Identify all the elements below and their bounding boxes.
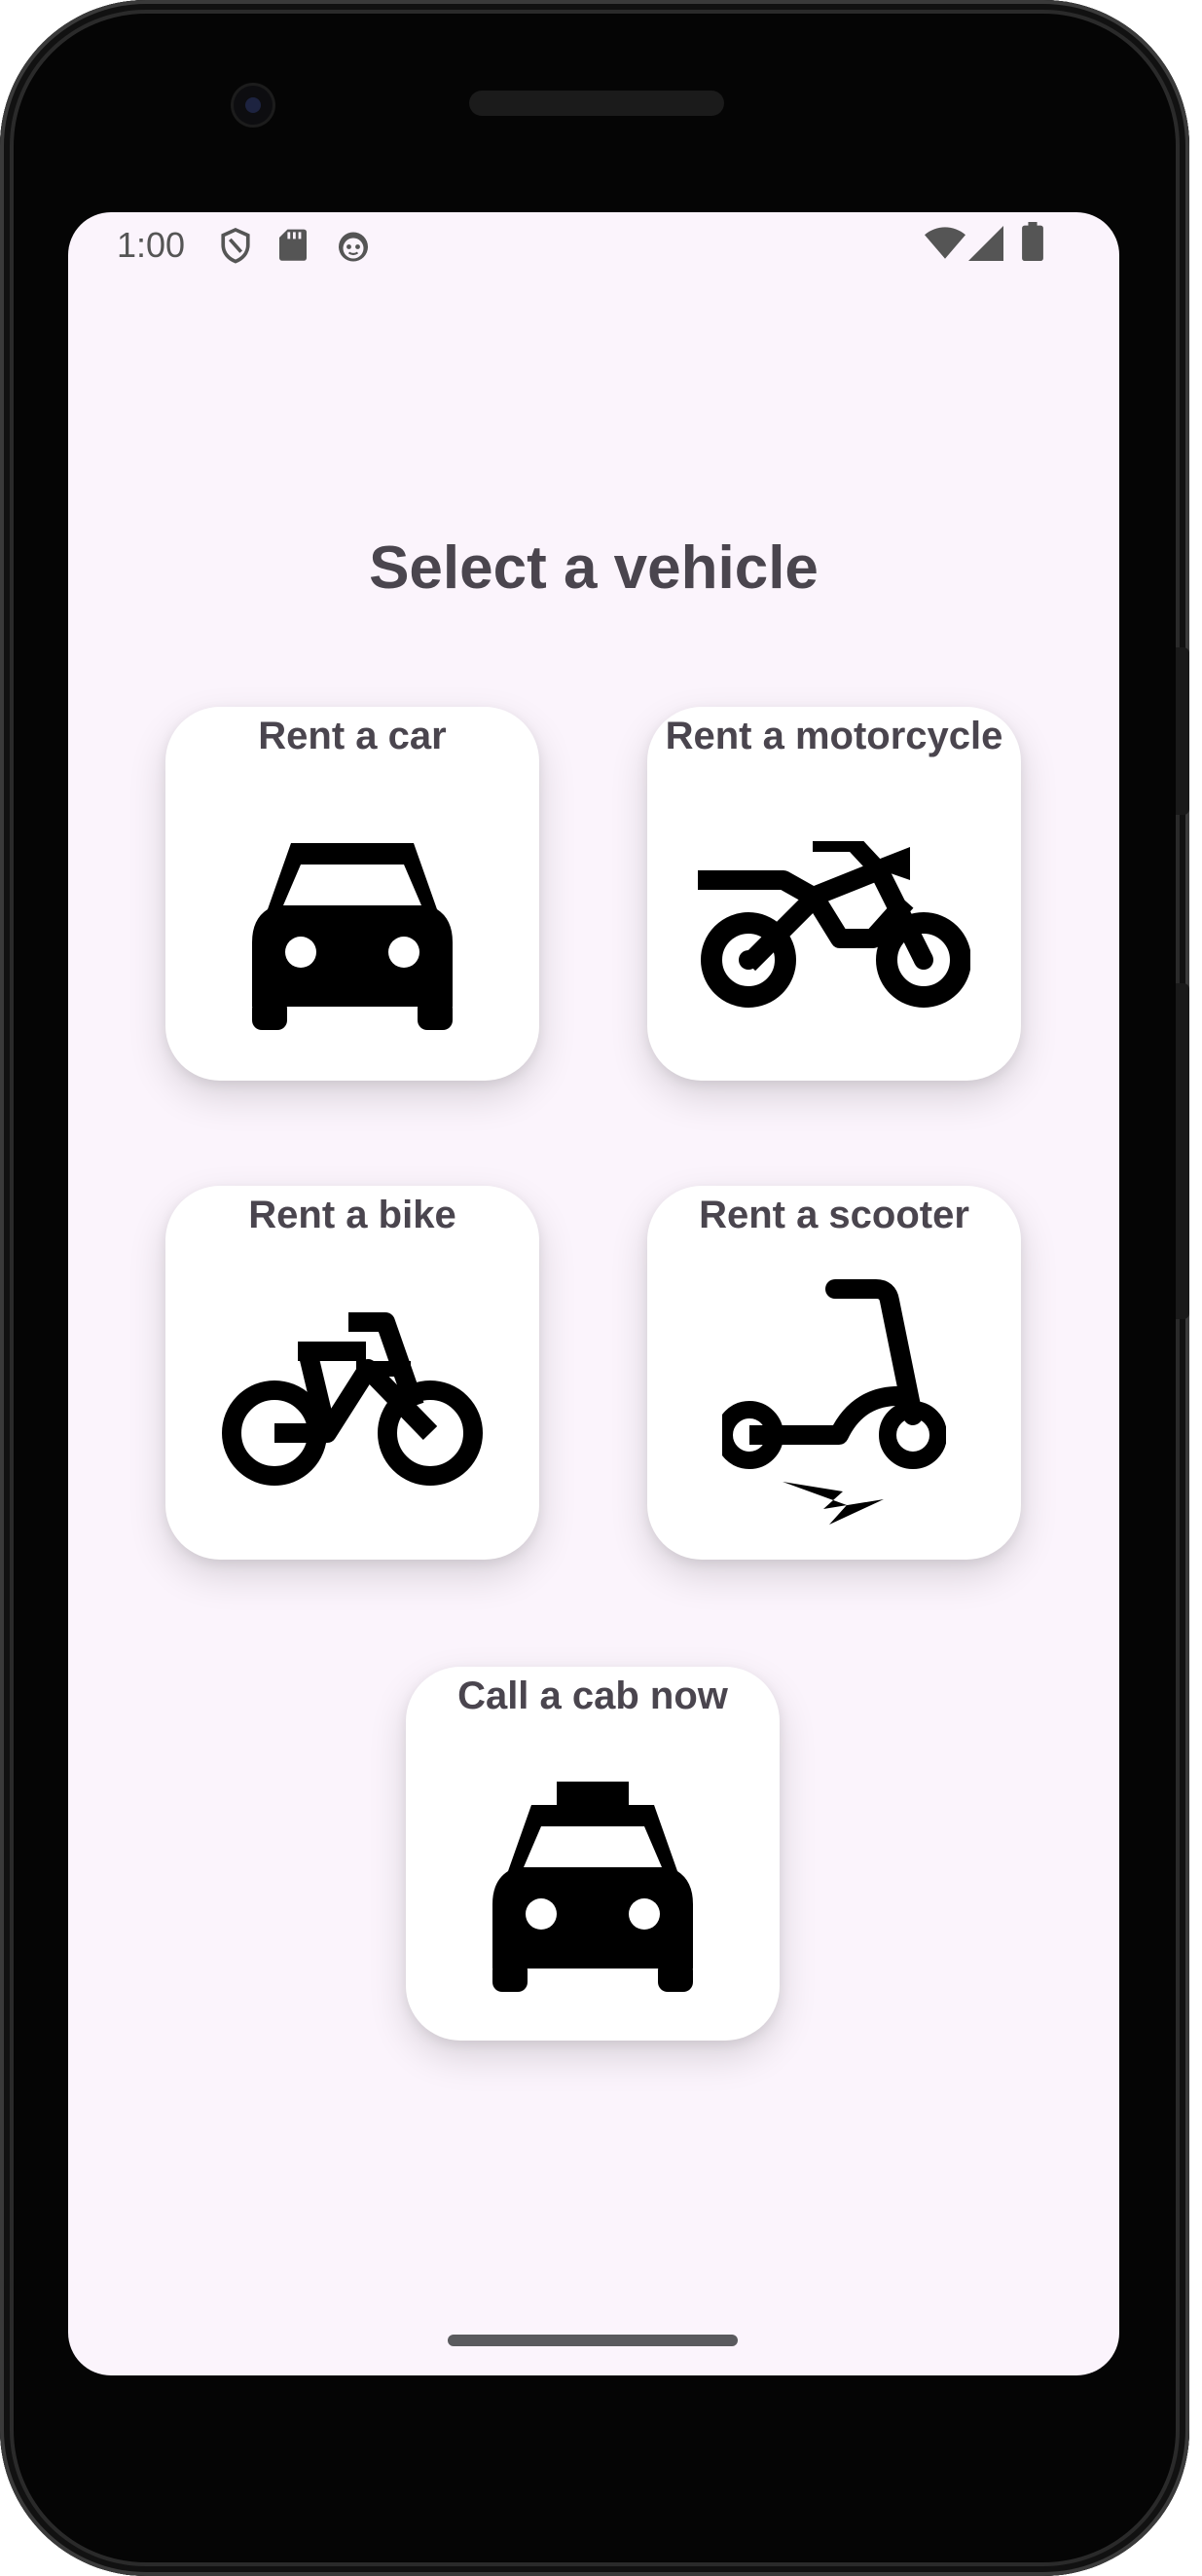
rent-scooter-label: Rent a scooter — [699, 1194, 969, 1236]
rent-bike-label: Rent a bike — [248, 1194, 456, 1236]
face-icon — [339, 232, 368, 262]
rent-bike-card[interactable]: Rent a bike — [165, 1186, 539, 1560]
battery-icon — [1022, 222, 1043, 261]
rent-car-label: Rent a car — [258, 715, 447, 757]
motorcycle-icon — [698, 841, 970, 1008]
status-time: 1:00 — [117, 225, 186, 265]
status-bar: 1:00 — [68, 212, 1119, 278]
sd-card-icon — [279, 229, 307, 261]
bike-icon — [222, 1312, 483, 1486]
page-title: Select a vehicle — [369, 534, 819, 602]
home-indicator[interactable] — [448, 2335, 738, 2346]
phone-frame: 1:00 Select a vehicle Rent a car Rent a … — [0, 0, 1189, 2576]
earpiece-speaker — [469, 91, 724, 116]
power-button — [1176, 647, 1189, 815]
scooter-icon — [722, 1279, 946, 1525]
call-cab-label: Call a cab now — [457, 1674, 728, 1717]
rent-car-card[interactable]: Rent a car — [165, 707, 539, 1081]
car-icon — [252, 843, 453, 1030]
call-cab-card[interactable]: Call a cab now — [406, 1667, 780, 2041]
wifi-icon — [925, 227, 965, 259]
taxi-icon — [492, 1782, 693, 1992]
app-screen: 1:00 Select a vehicle Rent a car Rent a … — [68, 212, 1119, 2375]
rent-scooter-card[interactable]: Rent a scooter — [647, 1186, 1021, 1560]
rent-motorcycle-label: Rent a motorcycle — [665, 715, 1003, 757]
signal-icon — [968, 226, 1003, 261]
shield-icon — [221, 228, 250, 264]
rent-motorcycle-card[interactable]: Rent a motorcycle — [647, 707, 1021, 1081]
front-camera — [234, 86, 273, 125]
volume-rocker — [1176, 983, 1189, 1319]
